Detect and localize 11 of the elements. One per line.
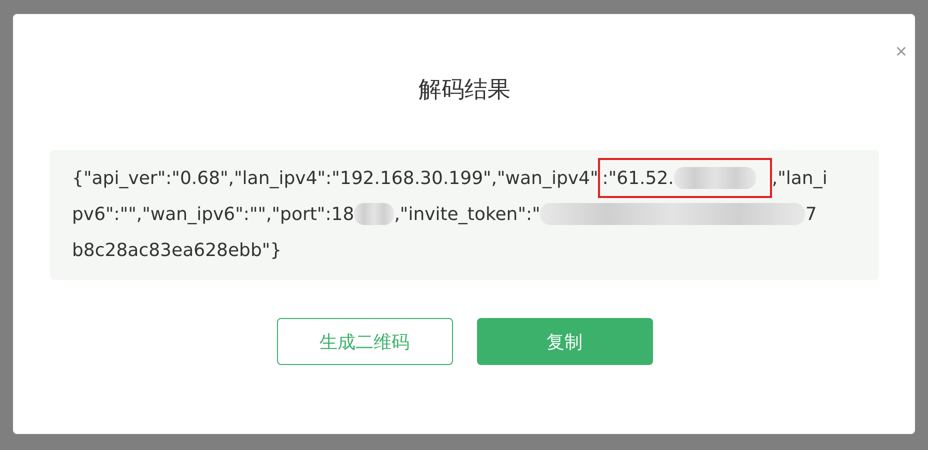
highlight-frame: :"61.52. xyxy=(598,158,772,198)
copy-button[interactable]: 复制 xyxy=(476,318,652,365)
result-text: 7 xyxy=(805,204,817,224)
result-text: pv6":"","wan_ipv6":"","port":18 xyxy=(72,204,354,224)
result-text: {"api_ver":"0.68","lan_ipv4":"192.168.30.199","wan_ipv4" xyxy=(72,168,598,188)
result-text: ,"lan_i xyxy=(772,168,828,188)
blurred-redaction xyxy=(354,203,394,225)
result-text: ,"invite_token":" xyxy=(394,204,540,224)
dialog-title: 解码结果 xyxy=(418,76,512,105)
generate-qr-button[interactable]: 生成二维码 xyxy=(276,318,452,365)
result-text: b8c28ac83ea628ebb"} xyxy=(72,240,282,260)
